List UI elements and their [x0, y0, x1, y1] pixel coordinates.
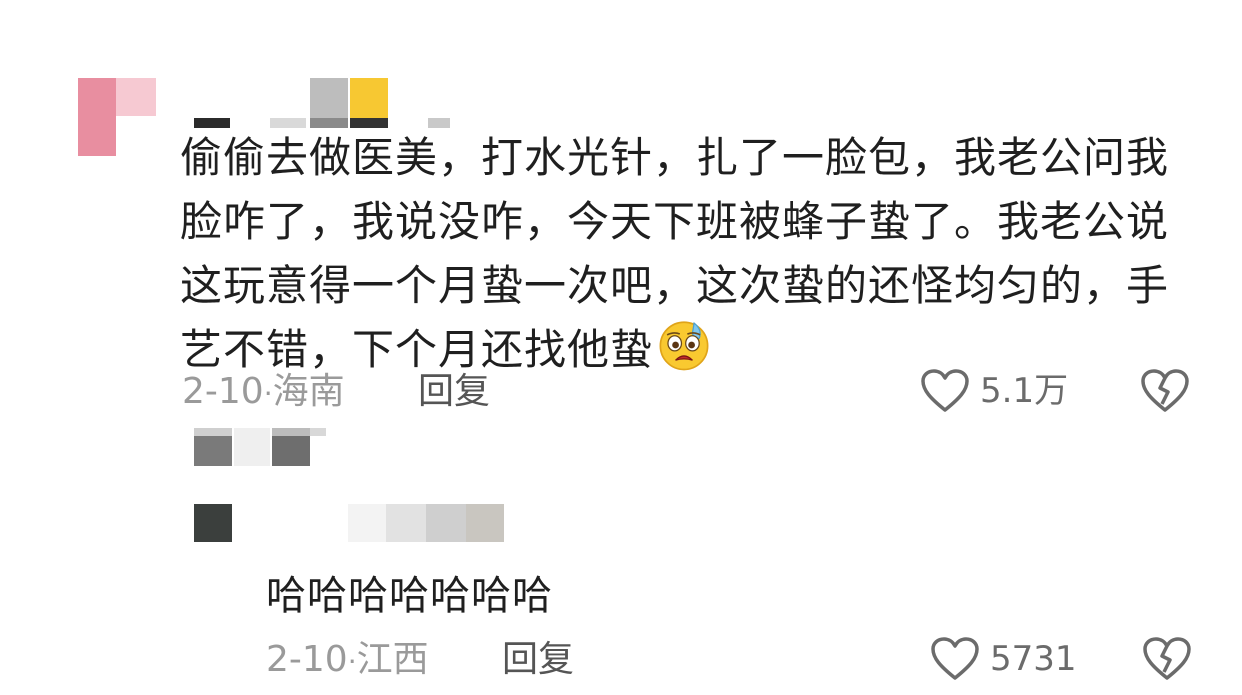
anxious-sweat-face-emoji: [659, 321, 709, 371]
reply-text: 哈哈哈哈哈哈哈: [266, 573, 553, 619]
reply-meta: 2-10·江西: [266, 640, 429, 682]
reply-like-count: 5731: [990, 639, 1077, 679]
reply-date: 2-10: [266, 639, 348, 680]
heart-outline-icon: [931, 637, 979, 680]
reply-like-button[interactable]: 5731: [930, 636, 1077, 682]
comment-like-button[interactable]: 5.1万: [920, 368, 1068, 414]
meta-dot: ·: [347, 645, 357, 678]
comment-username-pixelated[interactable]: [190, 78, 450, 128]
comment-dislike-button[interactable]: [1140, 368, 1190, 418]
comment-location: 海南: [272, 371, 345, 412]
reply-avatar[interactable]: [194, 504, 234, 544]
pixelated-reply-line[interactable]: [194, 428, 334, 466]
reply-reply-button[interactable]: 回复: [502, 640, 574, 680]
comment-body: 偷偷去做医美，打水光针，扎了一脸包，我老公问我脸咋了，我说没咋，今天下班被蜂子蛰…: [180, 126, 1180, 382]
heart-outline-icon: [921, 369, 969, 412]
broken-heart-icon: [1143, 637, 1191, 680]
comment-date: 2-10: [182, 371, 264, 412]
reply-dislike-button[interactable]: [1142, 636, 1192, 686]
comment-meta: 2-10·海南: [182, 372, 345, 414]
broken-heart-icon: [1141, 369, 1189, 412]
comment-reply-button[interactable]: 回复: [418, 372, 490, 412]
comment-avatar[interactable]: [78, 78, 156, 156]
reply-location: 江西: [356, 639, 429, 680]
reply-username-pixelated[interactable]: [348, 504, 508, 542]
meta-dot: ·: [263, 377, 273, 410]
comment-like-count: 5.1万: [980, 371, 1069, 411]
